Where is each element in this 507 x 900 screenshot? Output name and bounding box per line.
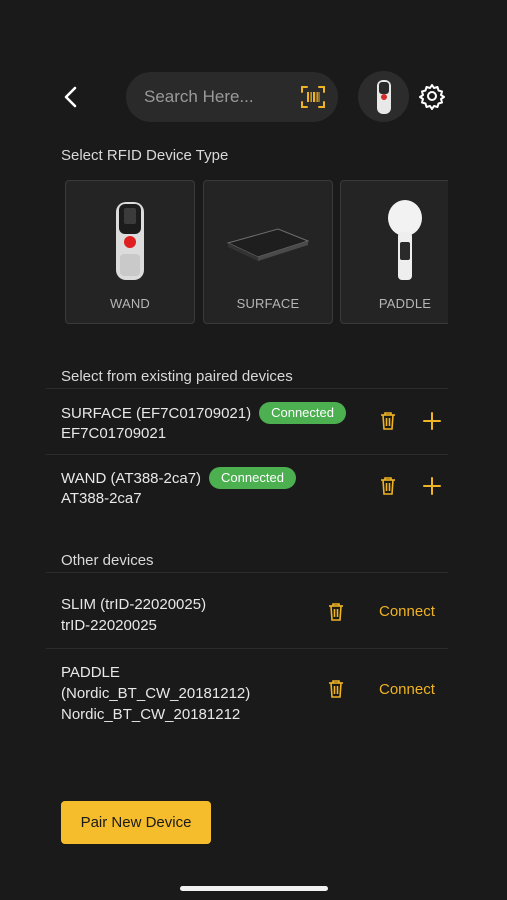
device-card-wand[interactable]: WAND (65, 180, 195, 324)
gear-icon[interactable] (418, 82, 446, 110)
add-button[interactable] (420, 407, 444, 435)
pair-new-device-button[interactable]: Pair New Device (61, 801, 211, 844)
device-name-detail: (Nordic_BT_CW_20181212) (61, 685, 251, 702)
delete-button[interactable] (376, 407, 400, 435)
paired-devices-title: Select from existing paired devices (61, 368, 293, 385)
back-button[interactable] (56, 80, 86, 114)
status-badge: Connected (209, 467, 296, 489)
device-card-label: SURFACE (236, 296, 300, 311)
plus-icon (423, 477, 441, 495)
device-card-label: PADDLE (378, 296, 432, 311)
barcode-scan-icon[interactable] (300, 84, 326, 110)
other-device-row: SLIM (trID-22020025) trID-22020025 (61, 594, 321, 638)
status-badge: Connected (259, 402, 346, 424)
device-name: SLIM (trID-22020025) (61, 596, 207, 613)
wand-device-icon (376, 79, 391, 114)
trash-icon (329, 603, 343, 621)
other-devices-title: Other devices (61, 552, 154, 569)
divider (46, 388, 448, 389)
paddle-image (341, 195, 448, 287)
delete-button[interactable] (324, 675, 348, 703)
add-button[interactable] (420, 472, 444, 500)
surface-image (204, 195, 332, 287)
device-name: PADDLE (61, 664, 120, 681)
search-input[interactable] (144, 87, 294, 107)
connect-button[interactable]: Connect (379, 603, 435, 620)
divider (46, 572, 448, 573)
trash-icon (381, 412, 395, 430)
trash-icon (381, 477, 395, 495)
device-card-label: WAND (109, 296, 151, 311)
other-device-row: PADDLE (Nordic_BT_CW_20181212) Nordic_BT… (61, 662, 321, 726)
plus-icon (423, 412, 441, 430)
device-id: EF7C01709021 (61, 425, 167, 442)
divider (46, 454, 448, 455)
device-id: AT388-2ca7 (61, 490, 142, 507)
device-name: WAND (AT388-2ca7) (61, 469, 202, 487)
device-card-surface[interactable]: SURFACE (203, 180, 333, 324)
wand-image (66, 195, 194, 287)
delete-button[interactable] (324, 598, 348, 626)
divider (46, 648, 448, 649)
device-name: SURFACE (EF7C01709021) (61, 404, 252, 422)
home-indicator[interactable] (180, 886, 328, 891)
trash-icon (329, 680, 343, 698)
delete-button[interactable] (376, 472, 400, 500)
current-device-avatar[interactable] (358, 71, 409, 122)
device-card-paddle[interactable]: PADDLE (340, 180, 448, 324)
connect-button[interactable]: Connect (379, 681, 435, 698)
device-id: trID-22020025 (61, 617, 157, 634)
device-type-title: Select RFID Device Type (61, 147, 229, 164)
chevron-left-icon (64, 86, 77, 108)
device-id: Nordic_BT_CW_20181212 (61, 706, 241, 723)
device-type-carousel[interactable]: WAND SURFACE PADDLE (0, 180, 448, 326)
